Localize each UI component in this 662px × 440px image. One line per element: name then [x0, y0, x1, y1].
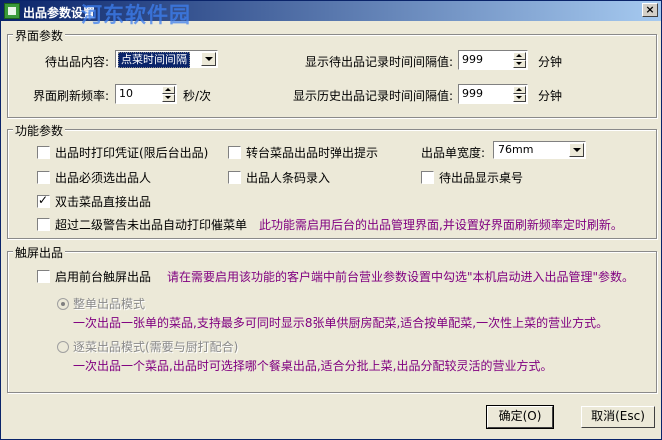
enable-touch-label[interactable]: 启用前台触屏出品 [55, 268, 151, 285]
print-voucher-label[interactable]: 出品时打印凭证(限后台出品) [55, 144, 208, 161]
function-note: 此功能需启用后台的出品管理界面,并设置好界面刷新频率定时刷新。 [259, 218, 623, 232]
per-dish-mode-desc: 一次出品一个菜品,出品时可选择哪个餐桌出品,适合分批上菜,出品分配较灵活的营业方… [73, 359, 553, 373]
require-cook-label[interactable]: 出品必须选出品人 [55, 169, 151, 186]
barcode-entry-checkbox[interactable] [228, 171, 241, 184]
refresh-label: 界面刷新频率: [33, 89, 110, 103]
settings-window: 出品参数设置 河东软件园 × 界面参数 待出品内容: 点菜时间间隔 界面刷新频率… [0, 0, 662, 440]
width-select[interactable]: 76mm [493, 141, 586, 159]
history-interval-label: 显示历史出品记录时间间隔值: [293, 89, 454, 103]
function-group-legend: 功能参数 [13, 122, 66, 139]
spin-down-icon[interactable] [513, 60, 526, 68]
spin-up-icon[interactable] [513, 86, 526, 94]
spin-up-icon[interactable] [513, 52, 526, 60]
print-voucher-checkbox[interactable] [37, 146, 50, 159]
double-click-checkbox[interactable] [37, 193, 50, 208]
cancel-button[interactable]: 取消(Esc) [581, 406, 655, 428]
history-interval-value: 999 [462, 87, 483, 100]
refresh-unit: 秒/次 [183, 89, 212, 103]
double-click-label[interactable]: 双击菜品直接出品 [55, 193, 151, 210]
width-value: 76mm [498, 143, 534, 156]
enable-touch-note: 请在需要启用该功能的客户端中前台营业参数设置中勾选"本机启动进入出品管理"参数。 [167, 270, 635, 284]
per-dish-mode-label[interactable]: 逐菜出品模式(需要与厨打配合) [73, 338, 238, 355]
pending-interval-spinner[interactable]: 999 [458, 50, 528, 70]
close-icon[interactable]: × [642, 3, 658, 17]
spin-down-icon[interactable] [162, 94, 175, 102]
pending-interval-label: 显示待出品记录时间间隔值: [305, 55, 454, 69]
enable-touch-checkbox[interactable] [37, 270, 50, 283]
chevron-down-icon[interactable] [201, 52, 216, 66]
pending-content-label: 待出品内容: [45, 55, 110, 69]
show-table-checkbox[interactable] [421, 171, 434, 184]
pending-content-select[interactable]: 点菜时间间隔 [115, 50, 218, 68]
interface-group [7, 34, 657, 118]
app-icon [4, 3, 20, 19]
chevron-down-icon[interactable] [569, 143, 584, 157]
pending-interval-value: 999 [462, 53, 483, 66]
touch-group-legend: 触屏出品 [13, 244, 66, 261]
transfer-prompt-label[interactable]: 转台菜品出品时弹出提示 [246, 144, 378, 161]
title-bar[interactable]: 出品参数设置 河东软件园 × [1, 1, 661, 27]
refresh-spinner[interactable]: 10 [115, 84, 177, 104]
pending-content-value: 点菜时间间隔 [118, 52, 190, 68]
barcode-entry-label[interactable]: 出品人条码录入 [246, 169, 330, 186]
history-interval-spinner[interactable]: 999 [458, 84, 528, 104]
watermark: 河东软件园 [81, 3, 191, 27]
auto-print-checkbox[interactable] [37, 218, 50, 231]
auto-print-label[interactable]: 超过二级警告未出品自动打印催菜单 [55, 216, 247, 233]
require-cook-checkbox[interactable] [37, 171, 50, 184]
whole-order-mode-radio[interactable] [57, 298, 69, 310]
per-dish-mode-radio[interactable] [57, 341, 69, 353]
spin-up-icon[interactable] [162, 86, 175, 94]
refresh-value: 10 [119, 87, 133, 100]
spin-down-icon[interactable] [513, 94, 526, 102]
ok-button[interactable]: 确定(O) [486, 405, 554, 429]
whole-order-mode-label[interactable]: 整单出品模式 [73, 295, 145, 312]
show-table-label[interactable]: 待出品显示桌号 [439, 169, 523, 186]
pending-interval-unit: 分钟 [538, 55, 563, 69]
whole-order-mode-desc: 一次出品一张单的菜品,支持最多可同时显示8张单供厨房配菜,适合按单配菜,一次性上… [73, 316, 609, 330]
interface-group-legend: 界面参数 [13, 27, 66, 44]
transfer-prompt-checkbox[interactable] [228, 146, 241, 159]
width-label: 出品单宽度: [421, 146, 486, 160]
history-interval-unit: 分钟 [538, 89, 563, 103]
